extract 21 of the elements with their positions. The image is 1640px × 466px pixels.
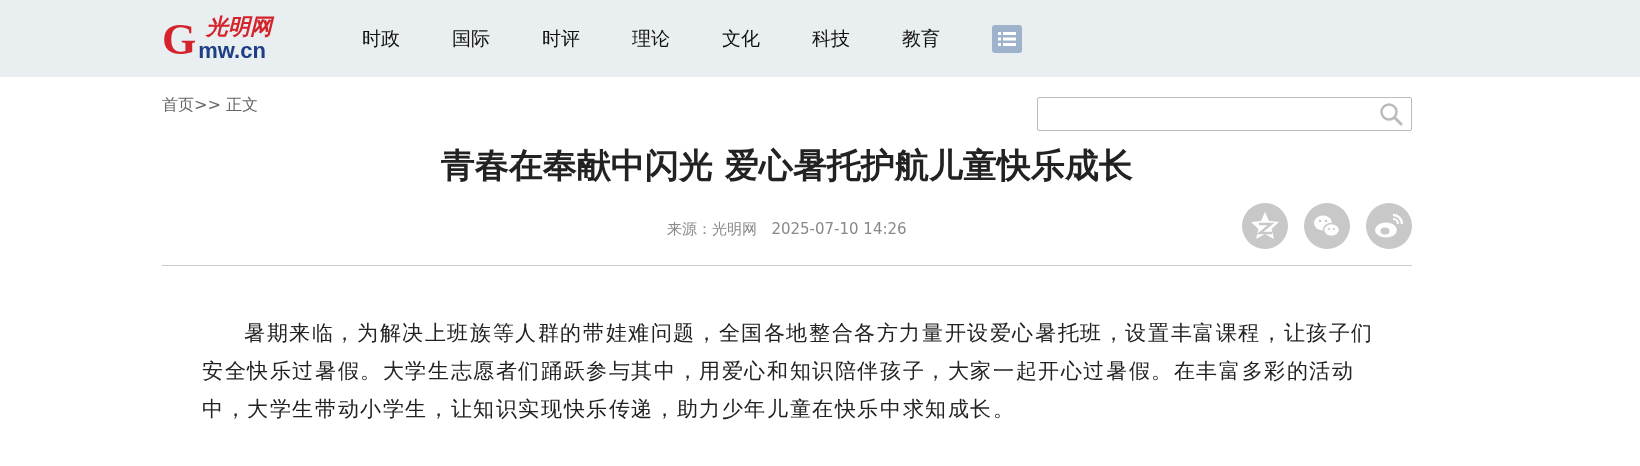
article-title: 青春在奉献中闪光 爱心暑托护航儿童快乐成长 xyxy=(440,144,1134,187)
search-icon[interactable] xyxy=(1379,102,1403,126)
nav-link[interactable]: 时评 xyxy=(542,25,632,52)
logo-domain[interactable]: mw.cn xyxy=(198,39,273,62)
logo-mark[interactable]: G xyxy=(162,17,197,62)
star-share-icon[interactable] xyxy=(1242,203,1288,249)
article-paragraph: 暑期来临，为解决上班族等人群的带娃难问题，全国各地整合各方力量开设爱心暑托班，设置丰富课程，让孩子们安全快乐过暑假。大学生志愿者们踊跃参与其中，用爱心和知识陪伴孩子，大家一起开心过暑假。在丰富多彩的活动中，大学生带动小学生，让知识实现快乐传递，助力少年儿童在快乐中求知成长。 xyxy=(202,320,1375,423)
breadcrumb[interactable]: 首页>> 正文 xyxy=(162,95,258,116)
eye-share-icon[interactable] xyxy=(1366,203,1412,249)
menu-icon[interactable] xyxy=(992,24,1022,53)
nav-link[interactable]: 国际 xyxy=(452,25,542,52)
nav-link[interactable]: 科技 xyxy=(812,25,902,52)
chat-share-icon[interactable] xyxy=(1304,203,1350,249)
nav-link[interactable]: 教育 xyxy=(902,25,992,52)
nav-link[interactable]: 时政 xyxy=(362,25,452,52)
nav-link[interactable]: 文化 xyxy=(722,25,812,52)
article-source: 来源：光明网 xyxy=(667,219,758,239)
logo-script[interactable]: 光明网 xyxy=(198,15,273,40)
article-time: 2025-07-10 14:26 xyxy=(771,219,907,239)
nav-link[interactable]: 理论 xyxy=(632,25,722,52)
search-field[interactable] xyxy=(1037,97,1412,131)
